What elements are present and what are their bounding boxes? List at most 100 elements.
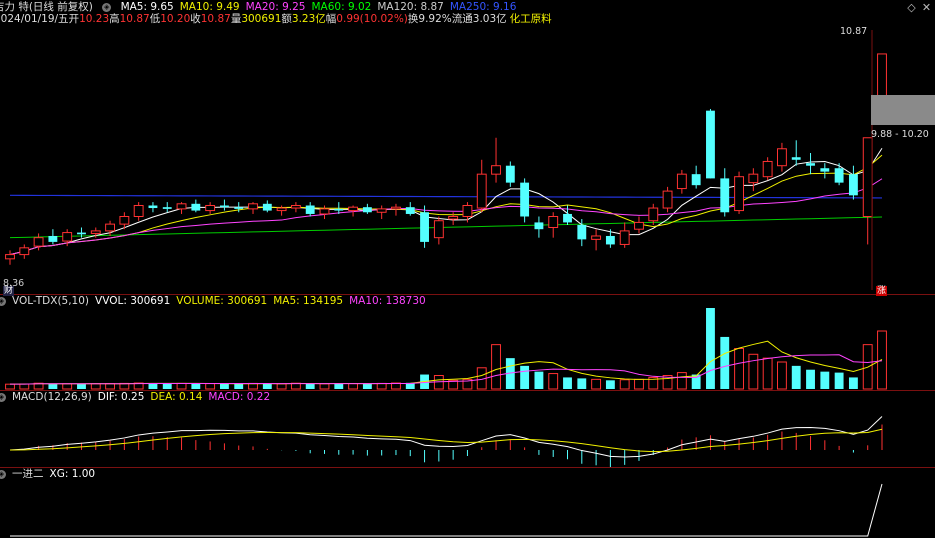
candle-body	[577, 224, 587, 240]
macd-dif-line	[9, 416, 883, 458]
volume-bar	[376, 382, 387, 390]
candle-body	[534, 222, 544, 230]
candle-body	[605, 235, 615, 245]
candle-body	[62, 232, 73, 242]
limit-up-badge[interactable]: 涨	[876, 286, 888, 296]
candle-body	[77, 232, 86, 235]
candle-body	[834, 168, 844, 183]
candle-body	[848, 174, 858, 196]
volume-bar	[119, 382, 130, 390]
candle-body	[734, 176, 744, 212]
candle-body	[820, 168, 830, 172]
candle-body	[176, 203, 187, 210]
volume-bar	[334, 383, 344, 389]
volume-bar	[676, 372, 687, 390]
candle-body	[334, 208, 344, 211]
volume-bar	[563, 377, 572, 389]
volume-bar	[491, 344, 501, 390]
volume-bar	[548, 373, 559, 390]
candle-body	[205, 204, 216, 212]
ma10-line	[9, 154, 883, 256]
xg-line	[10, 483, 883, 537]
financial-report-badge[interactable]: 财	[3, 286, 15, 296]
volume-bar	[162, 383, 172, 389]
volume-bar	[19, 383, 30, 390]
candle-body	[462, 204, 473, 217]
volume-bar	[706, 308, 715, 389]
candle-body	[348, 206, 359, 212]
volume-bar	[762, 357, 773, 390]
candle-body	[376, 208, 387, 213]
candle-body	[563, 213, 572, 223]
candle-body	[219, 205, 229, 208]
volume-bar	[62, 383, 73, 390]
panel-divider-2	[0, 390, 935, 391]
candle-body	[591, 235, 602, 240]
candle-body	[706, 110, 715, 179]
candle-body	[191, 203, 201, 211]
high-price-marker: 10.87	[840, 26, 868, 37]
volume-bar	[276, 383, 287, 390]
kline-chart[interactable]	[0, 0, 935, 538]
candle-body	[405, 207, 415, 214]
candle-body	[476, 173, 487, 209]
volume-bar	[77, 383, 86, 389]
candle-body	[619, 230, 630, 245]
candle-body	[748, 173, 759, 184]
volume-bar	[820, 371, 830, 389]
volume-bar	[591, 378, 602, 390]
candle-body	[433, 220, 444, 239]
macd-dea-line	[9, 428, 883, 453]
volume-bar	[205, 383, 216, 390]
volume-bar	[806, 369, 815, 389]
candle-body	[662, 190, 673, 209]
candle-body	[762, 160, 773, 178]
candle-body	[648, 207, 659, 222]
volume-bar	[90, 383, 101, 390]
candle-body	[19, 247, 30, 256]
panel-divider-3	[0, 467, 935, 468]
volume-bar	[748, 353, 759, 390]
volume-bar	[834, 372, 844, 389]
volume-bar	[605, 380, 615, 389]
candle-body	[90, 230, 101, 234]
volume-bar	[191, 383, 201, 389]
candle-body	[806, 163, 815, 166]
candle-body	[290, 204, 301, 209]
candle-body	[720, 178, 730, 213]
candle-body	[862, 137, 873, 217]
candle-body	[448, 216, 459, 220]
candle-body	[691, 174, 701, 186]
volume-bar	[348, 383, 359, 390]
candle-body	[48, 235, 58, 242]
volume-bar	[5, 383, 15, 390]
candle-body	[391, 206, 401, 210]
candle-body	[362, 207, 372, 213]
candle-body	[148, 205, 158, 209]
volume-bar	[48, 383, 58, 389]
price-range-label: 9.88 - 10.20	[871, 129, 929, 140]
candle-body	[791, 157, 801, 160]
panel-divider-1	[0, 294, 935, 295]
candle-body	[319, 208, 330, 215]
volume-bar	[634, 378, 644, 390]
candle-body	[520, 182, 530, 217]
candle-body	[262, 203, 272, 211]
candle-body	[33, 237, 44, 247]
volume-bar	[248, 382, 258, 390]
volume-bar	[720, 336, 730, 389]
candle-body	[234, 207, 244, 209]
volume-bar	[362, 383, 372, 389]
volume-bar	[777, 361, 787, 390]
volume-bar	[262, 383, 272, 389]
candle-body	[777, 148, 787, 167]
volume-bar	[319, 383, 330, 390]
volume-bar	[305, 383, 315, 389]
candle-body	[491, 165, 501, 175]
candle-body	[105, 223, 115, 232]
candle-body	[276, 207, 287, 212]
ma60-line	[9, 216, 883, 239]
candle-body	[248, 203, 258, 210]
candle-body	[162, 207, 172, 209]
candle-body	[420, 212, 429, 242]
